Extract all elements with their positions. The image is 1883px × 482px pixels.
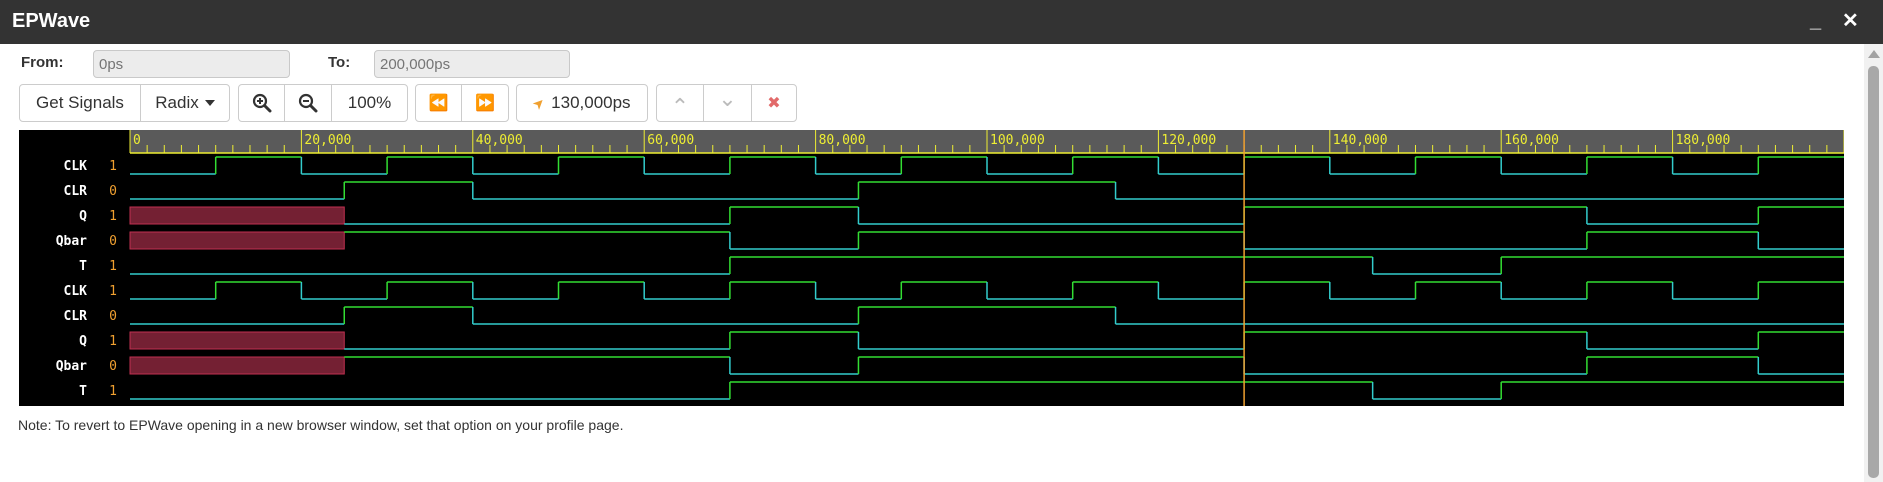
caret-down-icon: [204, 100, 215, 106]
zoom-in-icon: [252, 93, 271, 113]
signal-value: 1: [109, 284, 117, 299]
waveform-viewer[interactable]: 0 20,000 40,000 60,000 80,000 100,000 120,000 1…: [19, 130, 1844, 406]
ruler-tick-label: 180,000: [1676, 133, 1731, 148]
signal-value: 0: [109, 359, 117, 374]
ruler-tick-label: 60,000: [647, 133, 694, 148]
window-title: EPWave: [12, 10, 91, 32]
get-signals-button[interactable]: Get Signals: [19, 84, 141, 122]
signal-value: 1: [109, 384, 117, 399]
ruler-tick-label: 140,000: [1333, 133, 1388, 148]
signal-value: 0: [109, 234, 117, 249]
radix-dropdown[interactable]: Radix: [140, 84, 230, 122]
signal-name: CLR: [64, 309, 88, 324]
to-label: To:: [328, 54, 351, 71]
note-text: Note: To revert to EPWave opening in a n…: [18, 417, 624, 433]
zoom-in-button[interactable]: [238, 84, 285, 122]
unknown-segment: [129, 206, 345, 225]
signal-value: 0: [109, 309, 117, 324]
scroll-up-arrow-icon[interactable]: [1868, 50, 1880, 58]
vertical-scrollbar[interactable]: [1864, 44, 1883, 482]
signal-name: Qbar: [56, 234, 87, 249]
signal-name: T: [79, 384, 87, 399]
move-down-button[interactable]: ⌄: [703, 84, 752, 122]
zoom-out-button[interactable]: [284, 84, 332, 122]
signal-name: CLR: [64, 184, 88, 199]
fast-forward-button[interactable]: ⏩: [461, 84, 509, 122]
from-input[interactable]: [93, 50, 290, 78]
signal-name: Q: [79, 334, 87, 349]
unknown-segment: [129, 231, 345, 250]
zoom-out-icon: [298, 93, 318, 113]
signal-name: Qbar: [56, 359, 87, 374]
signal-value: 1: [109, 259, 117, 274]
signal-name: T: [79, 259, 87, 274]
rewind-icon: ⏪: [428, 95, 449, 112]
radix-label: Radix: [155, 93, 199, 112]
signal-name: Q: [79, 209, 87, 224]
delete-signal-button[interactable]: ✖: [751, 84, 797, 122]
ruler-tick-label: 0: [133, 133, 141, 148]
get-signals-label: Get Signals: [36, 93, 124, 112]
signal-name: CLK: [64, 159, 88, 174]
signal-name: CLK: [64, 284, 88, 299]
signal-value: 1: [109, 209, 117, 224]
signal-value: 1: [109, 334, 117, 349]
ruler-tick-label: 20,000: [304, 133, 351, 148]
delete-icon: ✖: [767, 95, 781, 112]
close-window-button[interactable]: ✕: [1842, 9, 1859, 33]
rewind-button[interactable]: ⏪: [415, 84, 462, 122]
unknown-segment: [129, 356, 345, 375]
scrollbar-thumb[interactable]: [1868, 66, 1879, 478]
from-label: From:: [21, 54, 64, 71]
ruler-tick-label: 80,000: [819, 133, 866, 148]
title-bar: EPWave _ ✕: [0, 0, 1883, 44]
zoom-level: 100%: [347, 93, 392, 112]
waveform-canvas[interactable]: 0 20,000 40,000 60,000 80,000 100,000 120,000 1…: [19, 130, 1844, 406]
cursor-time-button[interactable]: ➤ 130,000ps: [516, 84, 648, 122]
signal-value: 0: [109, 184, 117, 199]
ruler-tick-label: 100,000: [990, 133, 1045, 148]
minimize-button[interactable]: _: [1810, 9, 1821, 33]
chevron-up-icon: ⌃: [670, 94, 690, 119]
cursor-time: 130,000ps: [551, 93, 631, 112]
unknown-segment: [129, 331, 345, 350]
ruler-tick-label: 120,000: [1161, 133, 1216, 148]
ruler-tick-label: 160,000: [1504, 133, 1559, 148]
move-up-button[interactable]: ⌃: [656, 84, 704, 122]
signal-value: 1: [109, 159, 117, 174]
cursor-arrow-icon: ➤: [529, 92, 549, 113]
fast-forward-icon: ⏩: [475, 95, 495, 112]
chevron-down-icon: ⌄: [718, 86, 737, 111]
ruler-tick-label: 40,000: [476, 133, 523, 148]
zoom-level-button[interactable]: 100%: [331, 84, 408, 122]
to-input[interactable]: [374, 50, 570, 78]
